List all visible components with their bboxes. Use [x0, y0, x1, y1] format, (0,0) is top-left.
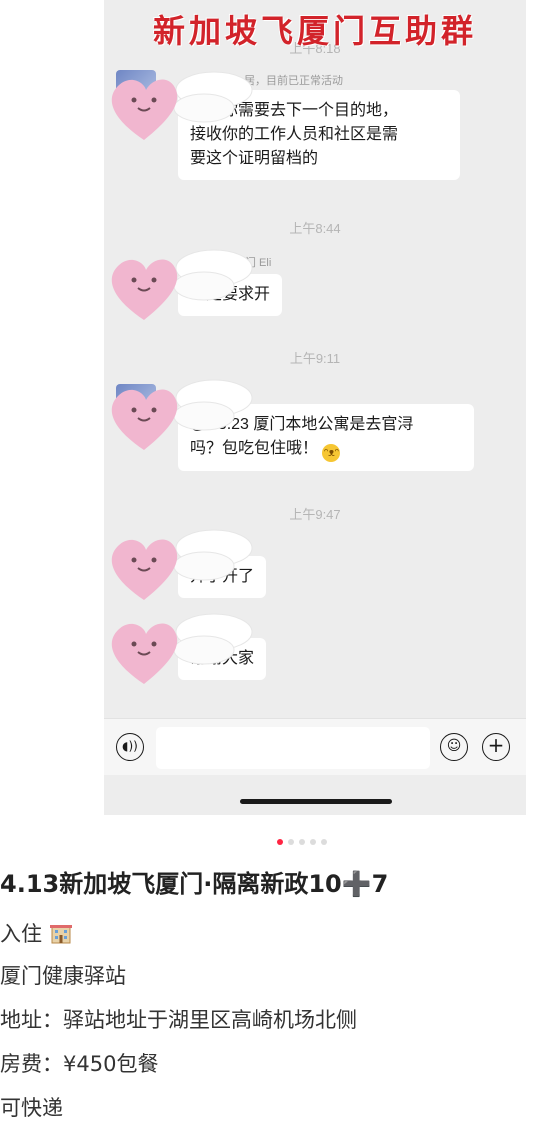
carousel-dot-active[interactable] [277, 839, 283, 845]
carousel-dot[interactable] [299, 839, 305, 845]
post-title: 4.13新加坡飞厦门·隔离新政10➕7 [0, 870, 389, 898]
chat-screenshot: 新加坡飞厦门互助群 上午8:18 居，目前已正常活动 如果你需要去下一个目的地，… [104, 0, 526, 815]
plus-icon[interactable]: + [482, 733, 510, 761]
post-line-text: 入住 [0, 922, 42, 946]
heart-wings-sticker-icon [111, 249, 253, 320]
heart-wings-sticker-icon [111, 71, 253, 140]
heart-wings-sticker-icon [111, 613, 253, 684]
post-line: 房费：¥450包餐 [0, 1052, 159, 1076]
carousel-dot[interactable] [288, 839, 294, 845]
heart-wings-sticker-icon [111, 529, 253, 600]
carousel-dot[interactable] [310, 839, 316, 845]
post-line: 可快递 [0, 1096, 63, 1120]
hotel-icon [49, 925, 72, 944]
chat-input-bar: ◖)) ☺ + [104, 718, 526, 775]
carousel-dots [277, 830, 332, 845]
carousel-dot[interactable] [321, 839, 327, 845]
home-indicator [240, 799, 392, 804]
message-line: 要这个证明留档的 [190, 150, 319, 167]
heart-wings-sticker-icon [111, 379, 253, 450]
post-line: 厦门健康驿站 [0, 964, 126, 988]
sender-name: 居，目前已正常活动 [244, 75, 343, 87]
post-line: 地址：驿站地址于湖里区高崎机场北侧 [0, 1008, 357, 1032]
emoji-face-icon[interactable]: ☺ [440, 733, 468, 761]
voice-icon[interactable]: ◖)) [116, 733, 144, 761]
grinning-face-icon: ᵔᴥᵔ [322, 444, 341, 462]
message-input[interactable] [156, 727, 430, 769]
group-banner-title: 新加坡飞厦门互助群 [152, 12, 477, 50]
timestamp: 上午8:44 [289, 221, 341, 236]
timestamp: 上午9:11 [289, 351, 341, 366]
post-line: 入住 [0, 918, 73, 948]
